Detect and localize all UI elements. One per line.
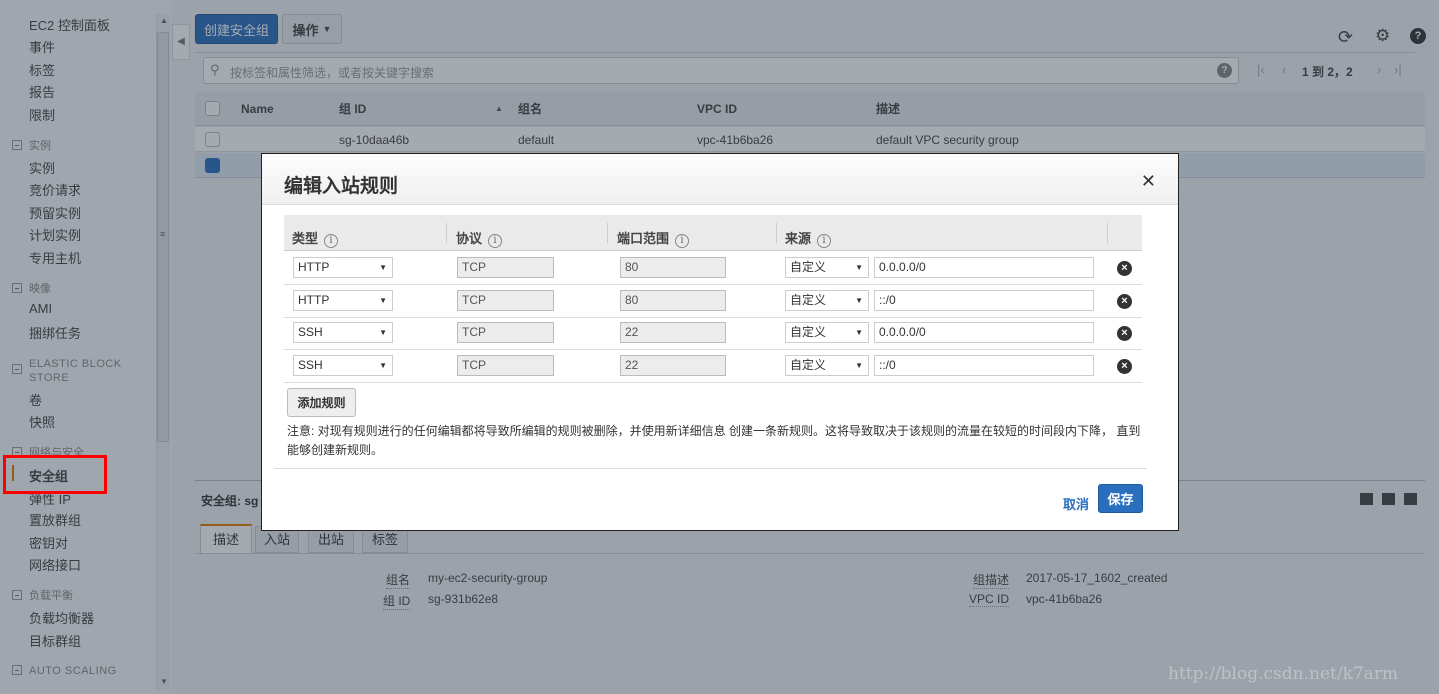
- row-divider: [284, 381, 1142, 383]
- info-icon[interactable]: i: [488, 234, 503, 248]
- port-range-field: 22: [620, 322, 726, 343]
- footer-divider: [274, 468, 1147, 469]
- caret-down-icon: ▼: [855, 263, 863, 272]
- add-rule-button[interactable]: 添加规则: [287, 388, 356, 417]
- type-select[interactable]: SSH ▼: [293, 354, 393, 376]
- rule-row: HTTP ▼ TCP 80 自定义 ▼ ::/0 ×: [262, 289, 1178, 314]
- dialog-title: 编辑入站规则: [284, 176, 399, 197]
- caret-down-icon: ▼: [379, 328, 387, 337]
- caret-down-icon: ▼: [855, 360, 863, 370]
- caret-down-icon: ▼: [379, 360, 387, 370]
- remove-rule-icon[interactable]: ×: [1117, 293, 1132, 309]
- column-source: 来源 i: [785, 228, 832, 248]
- type-select[interactable]: SSH ▼: [293, 322, 393, 343]
- save-button[interactable]: 保存: [1098, 484, 1143, 513]
- rule-row: HTTP ▼ TCP 80 自定义 ▼ 0.0.0.0/0 ×: [262, 257, 1178, 281]
- type-select[interactable]: HTTP ▼: [293, 289, 393, 311]
- info-icon[interactable]: i: [324, 234, 339, 248]
- dialog-header: 编辑入站规则 ✕: [262, 154, 1178, 205]
- source-type-select[interactable]: 自定义 ▼: [785, 257, 869, 278]
- remove-rule-icon[interactable]: ×: [1117, 261, 1132, 276]
- edit-inbound-rules-dialog: 编辑入站规则 ✕ 类型 i 协议 i 端口范围 i 来源 i HTTP ▼ TCP 80 …: [261, 153, 1179, 531]
- source-type-select[interactable]: 自定义 ▼: [785, 354, 869, 376]
- caret-down-icon: ▼: [379, 295, 387, 305]
- row-divider: [284, 349, 1142, 350]
- rule-row: SSH ▼ TCP 22 自定义 ▼ ::/0 ×: [262, 354, 1178, 379]
- source-input[interactable]: ::/0: [874, 354, 1094, 376]
- row-divider: [284, 316, 1142, 318]
- port-range-field: 80: [620, 289, 726, 311]
- port-range-field: 22: [620, 354, 726, 376]
- caret-down-icon: ▼: [855, 328, 863, 337]
- watermark: http://blog.csdn.net/k7arm: [1168, 664, 1399, 684]
- source-type-select[interactable]: 自定义 ▼: [785, 322, 869, 343]
- info-icon[interactable]: i: [675, 234, 690, 248]
- caret-down-icon: ▼: [855, 295, 863, 305]
- source-input[interactable]: 0.0.0.0/0: [874, 322, 1094, 343]
- column-protocol: 协议 i: [456, 228, 503, 248]
- rules-header: 类型 i 协议 i 端口范围 i 来源 i: [284, 215, 1142, 251]
- close-icon[interactable]: ✕: [1141, 171, 1156, 192]
- protocol-field: TCP: [457, 354, 554, 376]
- rule-row: SSH ▼ TCP 22 自定义 ▼ 0.0.0.0/0 ×: [262, 322, 1178, 346]
- port-range-field: 80: [620, 257, 726, 278]
- protocol-field: TCP: [457, 257, 554, 278]
- protocol-field: TCP: [457, 289, 554, 311]
- remove-rule-icon[interactable]: ×: [1117, 326, 1132, 341]
- source-input[interactable]: ::/0: [874, 289, 1094, 311]
- cancel-button[interactable]: 取消: [1063, 494, 1089, 513]
- note-text: 注意: 对现有规则进行的任何编辑都将导致所编辑的规则被删除，并使用新详细信息 创…: [287, 424, 1141, 457]
- highlight-box: [3, 455, 107, 494]
- column-port-range: 端口范围 i: [617, 228, 690, 248]
- info-icon[interactable]: i: [817, 234, 832, 248]
- row-divider: [284, 284, 1142, 285]
- caret-down-icon: ▼: [379, 263, 387, 272]
- protocol-field: TCP: [457, 322, 554, 343]
- remove-rule-icon[interactable]: ×: [1117, 358, 1132, 374]
- source-type-select[interactable]: 自定义 ▼: [785, 289, 869, 311]
- source-input[interactable]: 0.0.0.0/0: [874, 257, 1094, 278]
- type-select[interactable]: HTTP ▼: [293, 257, 393, 278]
- column-type: 类型 i: [292, 228, 339, 248]
